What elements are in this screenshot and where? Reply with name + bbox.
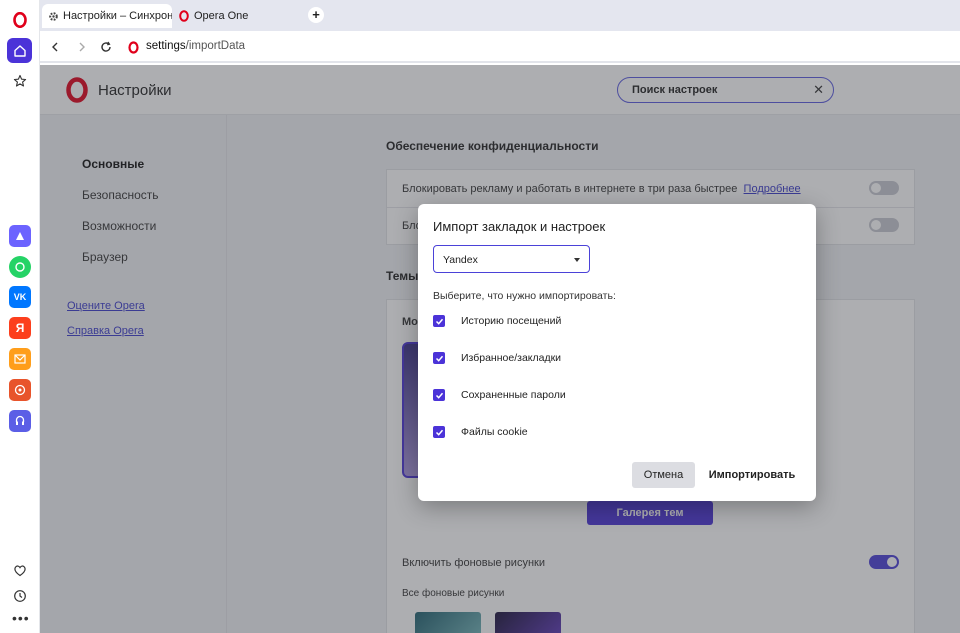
checkmark-icon[interactable] [433, 352, 445, 364]
mail-app-icon[interactable] [9, 348, 31, 370]
url-path: /importData [185, 40, 246, 52]
checkbox-label: Историю посещений [461, 315, 562, 327]
new-tab-plus-icon[interactable]: + [308, 7, 324, 23]
checkbox-label: Сохраненные пароли [461, 389, 566, 401]
heart-icon[interactable] [7, 558, 32, 583]
tab-strip: Настройки – Синхрониза Opera One + [40, 0, 960, 31]
yandex-icon[interactable]: Я [9, 317, 31, 339]
home-icon[interactable] [7, 38, 32, 63]
history-clock-icon[interactable] [7, 583, 32, 608]
reload-icon[interactable] [98, 39, 114, 55]
url-field[interactable]: settings/importData [146, 40, 245, 52]
import-cookies-checkbox[interactable]: Файлы cookie [433, 425, 528, 439]
tab-opera-one[interactable]: Opera One [172, 4, 272, 28]
choose-label: Выберите, что нужно импортировать: [433, 290, 616, 302]
back-icon[interactable] [47, 39, 63, 55]
games-app-icon[interactable] [9, 379, 31, 401]
tab-label: Настройки – Синхрониза [63, 10, 172, 22]
checkmark-icon[interactable] [433, 426, 445, 438]
whatsapp-icon[interactable] [9, 256, 31, 278]
opera-menu-icon[interactable] [7, 7, 32, 32]
checkbox-label: Файлы cookie [461, 426, 528, 438]
url-host: settings [146, 40, 186, 52]
import-dialog: Импорт закладок и настроек Yandex Выбери… [418, 204, 816, 501]
address-bar: settings/importData [40, 31, 960, 63]
cancel-button[interactable]: Отмена [632, 462, 695, 488]
import-passwords-checkbox[interactable]: Сохраненные пароли [433, 388, 566, 402]
checkmark-icon[interactable] [433, 315, 445, 327]
chevron-down-icon [574, 258, 580, 262]
tab-label: Opera One [194, 10, 249, 22]
browser-source-select[interactable]: Yandex [433, 245, 590, 273]
checkbox-label: Избранное/закладки [461, 352, 562, 364]
pinboard-star-icon[interactable] [7, 68, 32, 93]
aria-app-icon[interactable] [9, 225, 31, 247]
import-bookmarks-checkbox[interactable]: Избранное/закладки [433, 351, 561, 365]
select-value: Yandex [443, 254, 478, 266]
opera-logo-icon [178, 10, 190, 22]
opera-site-icon [125, 39, 141, 55]
dialog-title: Импорт закладок и настроек [433, 219, 606, 234]
tab-settings[interactable]: Настройки – Синхрониза [42, 4, 172, 28]
gear-icon [48, 10, 59, 22]
forward-icon[interactable] [74, 39, 90, 55]
music-player-icon[interactable] [9, 410, 31, 432]
import-history-checkbox[interactable]: Историю посещений [433, 314, 561, 328]
vk-icon[interactable]: VK [9, 286, 31, 308]
import-button[interactable]: Импортировать [707, 462, 797, 488]
opera-sidebar: VK Я ••• [0, 0, 40, 633]
checkmark-icon[interactable] [433, 389, 445, 401]
more-dots-icon[interactable]: ••• [12, 610, 30, 626]
